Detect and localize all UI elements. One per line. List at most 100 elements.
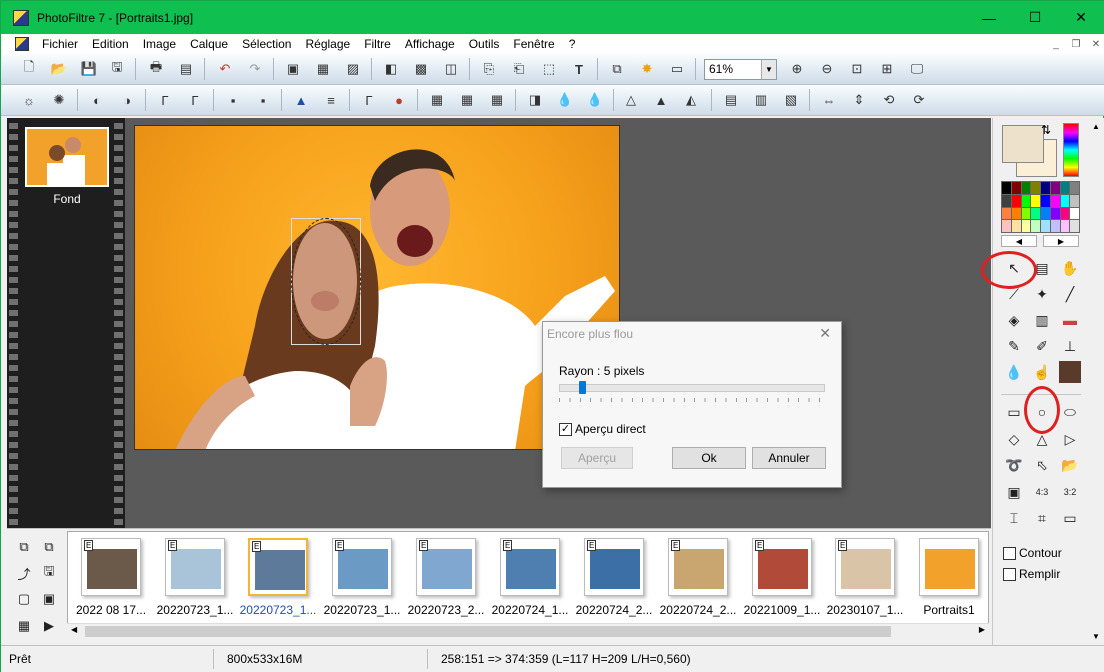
thumbnail-label[interactable]: 20220723_1... (320, 603, 404, 617)
thumbnail-item[interactable]: E (81, 538, 141, 596)
levels-icon[interactable]: ▲ (291, 90, 311, 110)
more-sharpen-icon[interactable]: ▲ (651, 90, 671, 110)
new-file-icon[interactable]: 🗋 (19, 59, 39, 79)
thumbnail-label[interactable]: 20221009_1... (740, 603, 824, 617)
brightness-plus-icon[interactable]: ✺ (49, 90, 69, 110)
eraser-icon[interactable]: ▬ (1059, 309, 1081, 331)
advanced-brush-icon[interactable]: ✐ (1031, 335, 1053, 357)
flip-vertical-icon[interactable]: ⇕ (849, 90, 869, 110)
live-preview-checkbox[interactable]: ✓ (559, 422, 572, 436)
crop-marks-icon[interactable]: ⌗ (1031, 507, 1053, 529)
ratio-3-2-icon[interactable]: 3:2 (1059, 481, 1081, 503)
actual-size-icon[interactable]: ⊡ (847, 59, 867, 79)
ellipse-selection[interactable] (291, 218, 361, 345)
mdi-restore-button[interactable]: ❐ (1069, 37, 1083, 51)
window-icon[interactable]: ▭ (1059, 507, 1081, 529)
fill-option[interactable]: Remplir (1003, 567, 1060, 581)
save-folder-icon[interactable]: 🖫 (38, 562, 60, 584)
thumbnail-label[interactable]: Portraits1 (907, 603, 991, 617)
paste-image-icon[interactable]: ⎗ (509, 59, 529, 79)
ratio-4-3-icon[interactable]: 4:3 (1031, 481, 1053, 503)
magic-wand-icon[interactable]: ✦ (1031, 283, 1053, 305)
menu-fenetre[interactable]: Fenêtre (506, 34, 561, 54)
spray-icon[interactable]: ▥ (1031, 309, 1053, 331)
redo-icon[interactable]: ↷ (245, 59, 265, 79)
fit-window-icon[interactable]: ⊞ (877, 59, 897, 79)
thumbnail-item[interactable]: E (332, 538, 392, 596)
texture-icon[interactable]: ▦ (487, 90, 507, 110)
radius-slider-thumb[interactable] (579, 381, 586, 394)
contrast-plus-icon[interactable]: ◑ (117, 90, 137, 110)
thumbnail-label[interactable]: 2022 08 17... (69, 603, 153, 617)
mdi-minimize-button[interactable]: _ (1049, 37, 1063, 51)
replace-color-icon[interactable]: ▥ (751, 90, 771, 110)
effects-icon[interactable]: ✸ (637, 59, 657, 79)
menu-edition[interactable]: Edition (85, 34, 136, 54)
thumbnail-label[interactable]: 20220724_2... (572, 603, 656, 617)
rounded-rect-shape-icon[interactable]: ⬭ (1059, 401, 1081, 423)
blur-drop-icon[interactable]: 💧 (1003, 361, 1025, 383)
saturation-plus-icon[interactable]: ▪ (253, 90, 273, 110)
thumbnail-label[interactable]: 20220723_2... (404, 603, 488, 617)
scan-icon[interactable]: ▤ (176, 59, 196, 79)
close-button[interactable]: ✕ (1058, 1, 1104, 34)
menu-reglage[interactable]: Réglage (298, 34, 357, 54)
color-balance-icon[interactable]: ▤ (721, 90, 741, 110)
line-icon[interactable]: ╱ (1059, 283, 1081, 305)
balance-icon[interactable]: ≡ (321, 90, 341, 110)
palette-prev-icon[interactable]: ◀ (1001, 235, 1037, 247)
copy-image-icon[interactable]: ⎘ (479, 59, 499, 79)
sharpen-icon[interactable]: △ (621, 90, 641, 110)
rotate-left-icon[interactable]: ⟲ (879, 90, 899, 110)
transparency-icon[interactable]: ◫ (441, 59, 461, 79)
thumbnail-label[interactable]: 20220723_1... (153, 603, 237, 617)
layer-thumbnail[interactable] (25, 127, 109, 187)
menu-fichier[interactable]: Fichier (35, 34, 85, 54)
brush-icon[interactable]: ✎ (1003, 335, 1025, 357)
zoom-in-icon[interactable]: ⊕ (787, 59, 807, 79)
menu-selection[interactable]: Sélection (235, 34, 298, 54)
text-tool-icon[interactable]: T (569, 59, 589, 79)
gamma-plus-icon[interactable]: Γ (185, 90, 205, 110)
preview-button[interactable]: Aperçu (561, 447, 633, 469)
polygon-icon[interactable]: ⬁ (1031, 454, 1053, 476)
gradient-icon[interactable]: ◧ (381, 59, 401, 79)
saturation-minus-icon[interactable]: ▪ (223, 90, 243, 110)
more-blur-icon[interactable]: 💧 (585, 90, 605, 110)
menu-outils[interactable]: Outils (462, 34, 507, 54)
brightness-minus-icon[interactable]: ☼ (19, 90, 39, 110)
crop-icon[interactable]: ▨ (343, 59, 363, 79)
color-mode-icon[interactable]: ▩ (411, 59, 431, 79)
rectangle-shape-icon[interactable]: ▭ (1003, 401, 1025, 423)
thumbnail-label[interactable]: 20220723_1... (236, 603, 320, 617)
menu-image[interactable]: Image (136, 34, 183, 54)
contour-checkbox[interactable] (1003, 546, 1016, 560)
mdi-close-button[interactable]: ✕ (1089, 37, 1103, 51)
scroll-left-icon[interactable]: ◀ (71, 625, 77, 634)
menu-calque[interactable]: Calque (183, 34, 235, 54)
thumbnail-item[interactable]: E (668, 538, 728, 596)
menu-filtre[interactable]: Filtre (357, 34, 398, 54)
thumbnail-item[interactable]: E (165, 538, 225, 596)
auto-contrast-icon[interactable]: ● (389, 90, 409, 110)
transparent-color-icon[interactable]: ▧ (781, 90, 801, 110)
folder-tree-icon[interactable]: ⧉ (38, 536, 60, 558)
grid-view-icon[interactable]: ▦ (13, 615, 35, 637)
radius-slider-track[interactable] (559, 384, 825, 392)
clone-stamp-icon[interactable] (1059, 361, 1081, 383)
ok-button[interactable]: Ok (672, 447, 746, 469)
image-size-icon[interactable]: ▣ (283, 59, 303, 79)
zoom-out-icon[interactable]: ⊖ (817, 59, 837, 79)
open-shape-icon[interactable]: 📂 (1059, 454, 1081, 476)
menu-help[interactable]: ? (562, 34, 583, 54)
browser-icon[interactable]: ▭ (667, 59, 687, 79)
menu-affichage[interactable]: Affichage (398, 34, 462, 54)
posterize-icon[interactable]: ▦ (427, 90, 447, 110)
contrast-minus-icon[interactable]: ◐ (87, 90, 107, 110)
folder-up-icon[interactable]: ⤴ (13, 562, 35, 584)
batch-icon[interactable]: ▣ (38, 588, 60, 610)
thumbnail-label[interactable]: 20220724_1... (488, 603, 572, 617)
thumbnail-item[interactable]: E (752, 538, 812, 596)
select-all-shape-icon[interactable]: ▣ (1003, 481, 1025, 503)
hand-icon[interactable]: ✋ (1059, 257, 1081, 279)
